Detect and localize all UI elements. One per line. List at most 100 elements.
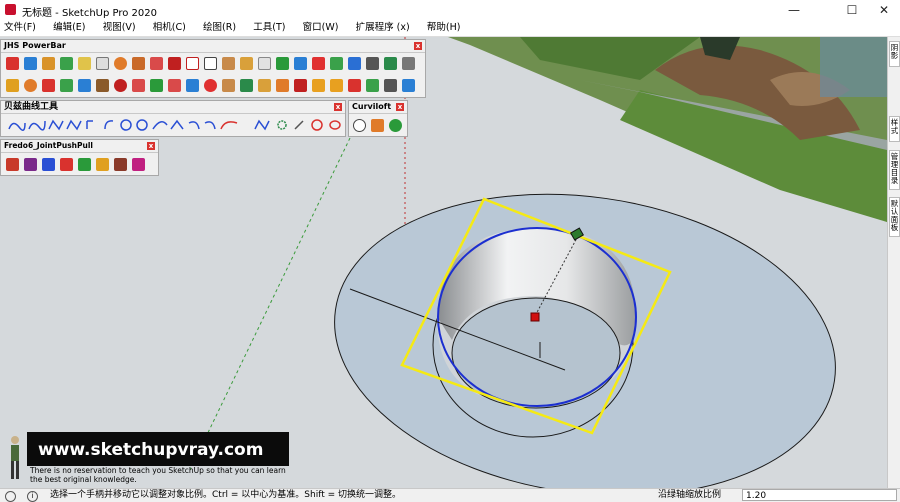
scale-center-handle[interactable]	[530, 312, 540, 322]
menu-draw[interactable]: 绘图(R)	[196, 20, 243, 36]
powerbar-tool-icon[interactable]	[96, 79, 109, 92]
menu-camera[interactable]: 相机(C)	[146, 20, 193, 36]
powerbar-tool-icon[interactable]	[24, 79, 37, 92]
minimize-button[interactable]: —	[776, 1, 812, 19]
watermark-tagline-line-2: the best original knowledge.	[30, 475, 137, 484]
jhs-powerbar-toolbar: JHS PowerBar x	[0, 39, 426, 98]
joint-push-pull-icon[interactable]	[6, 158, 19, 171]
vector-push-pull-icon[interactable]	[24, 158, 37, 171]
powerbar-tool-icon[interactable]	[6, 57, 19, 70]
powerbar-tool-icon[interactable]	[114, 79, 127, 92]
powerbar-tool-icon[interactable]	[78, 79, 91, 92]
tray-tab-manage-tray[interactable]: 管理目录	[889, 150, 900, 190]
default-tray: 阴影 样式 管理目录 默认面板	[887, 37, 900, 488]
curviloft-toolbar: Curviloft x	[348, 100, 408, 137]
window-title: 无标题 - SketchUp Pro 2020	[22, 8, 157, 19]
loft-along-path-icon[interactable]	[371, 119, 384, 132]
geo-location-icon[interactable]	[5, 491, 16, 502]
powerbar-tool-icon[interactable]	[348, 79, 361, 92]
maximize-button[interactable]: ☐	[834, 1, 870, 19]
powerbar-tool-icon[interactable]	[366, 57, 379, 70]
powerbar-tool-icon[interactable]	[42, 79, 55, 92]
powerbar-tool-icon[interactable]	[384, 79, 397, 92]
status-message: 选择一个手柄并移动它以调整对象比例。Ctrl = 以中心为基准。Shift = …	[50, 490, 401, 500]
powerbar-tool-icon[interactable]	[96, 57, 109, 70]
redo-push-pull-icon[interactable]	[114, 158, 127, 171]
toolbar-title: 贝兹曲线工具	[4, 102, 59, 112]
tray-tab-default-panel[interactable]: 默认面板	[889, 197, 900, 237]
powerbar-tool-icon[interactable]	[276, 79, 289, 92]
powerbar-tool-icon[interactable]	[186, 79, 199, 92]
powerbar-tool-icon[interactable]	[258, 57, 271, 70]
tray-tab-styles[interactable]: 样式	[889, 116, 900, 142]
powerbar-tool-icon[interactable]	[222, 57, 235, 70]
menu-help[interactable]: 帮助(H)	[420, 20, 468, 36]
instructor-help-icon[interactable]: i	[27, 491, 38, 502]
powerbar-tool-icon[interactable]	[60, 79, 73, 92]
thicken-push-pull-icon[interactable]	[132, 158, 145, 171]
powerbar-tool-icon[interactable]	[348, 57, 361, 70]
skinning-icon[interactable]	[389, 119, 402, 132]
close-icon[interactable]: x	[147, 142, 155, 150]
toolbar-title: JHS PowerBar	[4, 41, 66, 50]
undo-push-pull-icon[interactable]	[96, 158, 109, 171]
extrude-push-pull-icon[interactable]	[60, 158, 73, 171]
watermark-tagline-line-1: There is no reservation to teach you Ske…	[30, 466, 286, 475]
tray-tab-shadows[interactable]: 阴影	[889, 41, 900, 67]
powerbar-tool-icon[interactable]	[366, 79, 379, 92]
character-figure-icon	[11, 436, 19, 479]
powerbar-tool-icon[interactable]	[402, 57, 415, 70]
powerbar-tool-icon[interactable]	[24, 57, 37, 70]
toolbar-title: Fredo6_JointPushPull	[4, 141, 93, 150]
powerbar-tool-icon[interactable]	[78, 57, 91, 70]
powerbar-tool-icon[interactable]	[240, 57, 253, 70]
powerbar-tool-icon[interactable]	[294, 79, 307, 92]
powerbar-tool-icon[interactable]	[60, 57, 73, 70]
sketchup-app-icon	[5, 4, 16, 15]
loft-by-spline-icon[interactable]	[353, 119, 366, 132]
powerbar-tool-icon[interactable]	[186, 57, 199, 70]
powerbar-tool-icon[interactable]	[276, 57, 289, 70]
bezier-tool-icons[interactable]	[1, 115, 347, 137]
powerbar-tool-icon[interactable]	[330, 57, 343, 70]
powerbar-tool-icon[interactable]	[402, 79, 415, 92]
title-bar: 无标题 - SketchUp Pro 2020 — ☐ ✕	[0, 0, 900, 20]
powerbar-tool-icon[interactable]	[204, 57, 217, 70]
close-icon[interactable]: x	[414, 42, 422, 50]
menu-file[interactable]: 文件(F)	[0, 20, 43, 36]
watermark-url: www.sketchupvray.com	[38, 440, 264, 460]
powerbar-tool-icon[interactable]	[168, 57, 181, 70]
powerbar-tool-icon[interactable]	[204, 79, 217, 92]
status-bar: i 选择一个手柄并移动它以调整对象比例。Ctrl = 以中心为基准。Shift …	[0, 488, 900, 502]
normal-push-pull-icon[interactable]	[42, 158, 55, 171]
powerbar-tool-icon[interactable]	[384, 57, 397, 70]
follow-push-pull-icon[interactable]	[78, 158, 91, 171]
watermark-tagline: There is no reservation to teach you Ske…	[30, 466, 300, 484]
menu-tools[interactable]: 工具(T)	[246, 20, 292, 36]
menu-extensions[interactable]: 扩展程序 (x)	[349, 20, 417, 36]
powerbar-tool-icon[interactable]	[150, 79, 163, 92]
powerbar-tool-icon[interactable]	[114, 57, 127, 70]
powerbar-tool-icon[interactable]	[132, 79, 145, 92]
powerbar-tool-icon[interactable]	[132, 57, 145, 70]
powerbar-tool-icon[interactable]	[240, 79, 253, 92]
close-icon[interactable]: x	[396, 103, 404, 111]
measurements-input[interactable]: 1.20	[742, 489, 897, 501]
menu-view[interactable]: 视图(V)	[96, 20, 143, 36]
powerbar-tool-icon[interactable]	[42, 57, 55, 70]
powerbar-tool-icon[interactable]	[330, 79, 343, 92]
close-window-button[interactable]: ✕	[866, 1, 900, 19]
powerbar-tool-icon[interactable]	[222, 79, 235, 92]
close-icon[interactable]: x	[334, 103, 342, 111]
powerbar-tool-icon[interactable]	[312, 57, 325, 70]
menu-window[interactable]: 窗口(W)	[296, 20, 346, 36]
menu-edit[interactable]: 编辑(E)	[46, 20, 92, 36]
toolbar-title: Curviloft	[352, 102, 392, 111]
joint-push-pull-toolbar: Fredo6_JointPushPull x	[0, 139, 159, 176]
powerbar-tool-icon[interactable]	[168, 79, 181, 92]
powerbar-tool-icon[interactable]	[294, 57, 307, 70]
powerbar-tool-icon[interactable]	[312, 79, 325, 92]
powerbar-tool-icon[interactable]	[6, 79, 19, 92]
powerbar-tool-icon[interactable]	[150, 57, 163, 70]
powerbar-tool-icon[interactable]	[258, 79, 271, 92]
